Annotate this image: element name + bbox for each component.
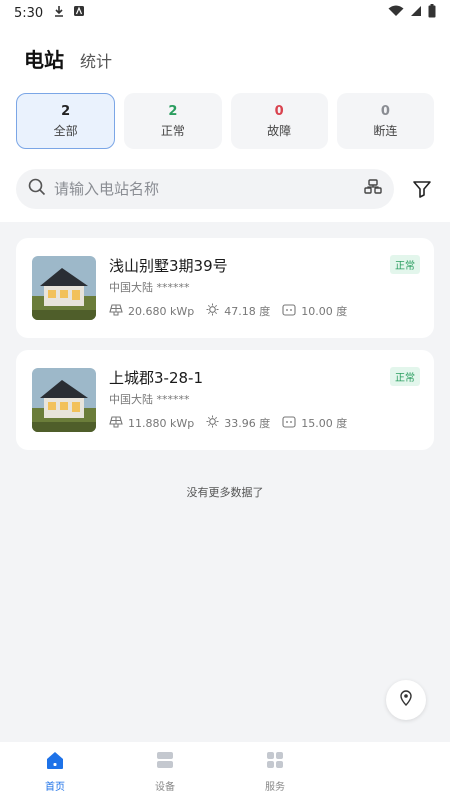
app-notification-icon bbox=[73, 5, 85, 21]
nav-home[interactable]: 首页 bbox=[0, 742, 110, 800]
filter-fault-count: 0 bbox=[274, 103, 284, 119]
location-fab[interactable] bbox=[386, 680, 426, 720]
station-region: 中国大陆 ****** bbox=[109, 393, 190, 406]
battery-icon bbox=[428, 4, 436, 22]
filter-fault[interactable]: 0 故障 bbox=[230, 93, 328, 149]
search-icon bbox=[28, 178, 46, 200]
location-icon bbox=[397, 689, 415, 711]
filter-offline[interactable]: 0 断连 bbox=[336, 93, 434, 149]
sun-icon bbox=[206, 303, 219, 319]
station-thumbnail bbox=[32, 256, 96, 320]
filter-normal-label: 正常 bbox=[160, 123, 185, 138]
search-input[interactable] bbox=[54, 180, 364, 198]
download-icon bbox=[53, 5, 65, 21]
search-row bbox=[16, 169, 434, 209]
energy-other-metric: 10.00 度 bbox=[282, 303, 347, 319]
nav-devices-label: 设备 bbox=[155, 782, 175, 793]
energy-today-metric: 33.96 度 bbox=[206, 415, 270, 431]
station-card[interactable]: 上城郡3-28-1 中国大陆 ****** 正常 11.880 kWp 33.9… bbox=[16, 350, 434, 450]
station-metrics: 11.880 kWp 33.96 度 15.00 度 bbox=[109, 415, 347, 431]
status-badge: 正常 bbox=[390, 367, 420, 386]
device-icon bbox=[154, 749, 176, 774]
energy-today-value: 47.18 度 bbox=[224, 305, 271, 318]
filter-all-count: 2 bbox=[61, 103, 71, 119]
status-time: 5:30 bbox=[14, 5, 44, 21]
status-badge: 正常 bbox=[390, 255, 420, 274]
station-name: 上城郡3-28-1 bbox=[109, 369, 203, 387]
solar-panel-icon bbox=[109, 415, 123, 431]
filter-fault-label: 故障 bbox=[267, 123, 292, 138]
station-metrics: 20.680 kWp 47.18 度 10.00 度 bbox=[109, 303, 347, 319]
capacity-metric: 20.680 kWp bbox=[109, 303, 194, 319]
sun-icon bbox=[206, 415, 219, 431]
wifi-icon bbox=[388, 5, 404, 21]
capacity-metric: 11.880 kWp bbox=[109, 415, 194, 431]
filter-offline-label: 断连 bbox=[373, 123, 398, 138]
home-icon bbox=[44, 749, 66, 774]
list-end-text: 没有更多数据了 bbox=[186, 486, 264, 499]
meter-icon bbox=[282, 303, 296, 319]
energy-other-value: 15.00 度 bbox=[301, 417, 348, 430]
capacity-value: 20.680 kWp bbox=[128, 304, 195, 318]
filter-normal[interactable]: 2 正常 bbox=[124, 93, 222, 149]
tab-station[interactable]: 电站 bbox=[24, 44, 64, 73]
nav-devices[interactable]: 设备 bbox=[110, 742, 220, 800]
filter-icon[interactable] bbox=[410, 177, 434, 201]
energy-today-metric: 47.18 度 bbox=[206, 303, 270, 319]
station-name: 浅山别墅3期39号 bbox=[109, 257, 228, 275]
nav-home-label: 首页 bbox=[45, 782, 65, 793]
energy-other-value: 10.00 度 bbox=[301, 305, 348, 318]
filter-normal-count: 2 bbox=[168, 103, 178, 119]
capacity-value: 11.880 kWp bbox=[128, 416, 195, 430]
station-thumbnail bbox=[32, 368, 96, 432]
filter-offline-count: 0 bbox=[380, 103, 390, 119]
filter-all[interactable]: 2 全部 bbox=[16, 93, 116, 149]
bottom-nav: 首页 设备 服务 bbox=[0, 742, 450, 800]
nav-services[interactable]: 服务 bbox=[220, 742, 330, 800]
station-group-icon[interactable] bbox=[364, 178, 382, 200]
top-tabs: 电站 统计 bbox=[24, 44, 112, 73]
tab-statistics[interactable]: 统计 bbox=[80, 48, 112, 72]
energy-today-value: 33.96 度 bbox=[224, 417, 271, 430]
signal-icon bbox=[410, 5, 422, 21]
status-filter-row: 2 全部 2 正常 0 故障 0 断连 bbox=[16, 93, 434, 149]
station-card[interactable]: 浅山别墅3期39号 中国大陆 ****** 正常 20.680 kWp 47.1… bbox=[16, 238, 434, 338]
filter-all-label: 全部 bbox=[53, 123, 78, 138]
nav-services-label: 服务 bbox=[265, 782, 285, 793]
search-box bbox=[16, 169, 394, 209]
energy-other-metric: 15.00 度 bbox=[282, 415, 347, 431]
status-bar: 5:30 bbox=[0, 0, 450, 26]
service-icon bbox=[264, 749, 286, 774]
solar-panel-icon bbox=[109, 303, 123, 319]
station-list: 浅山别墅3期39号 中国大陆 ****** 正常 20.680 kWp 47.1… bbox=[0, 222, 450, 742]
meter-icon bbox=[282, 415, 296, 431]
station-region: 中国大陆 ****** bbox=[109, 281, 190, 294]
